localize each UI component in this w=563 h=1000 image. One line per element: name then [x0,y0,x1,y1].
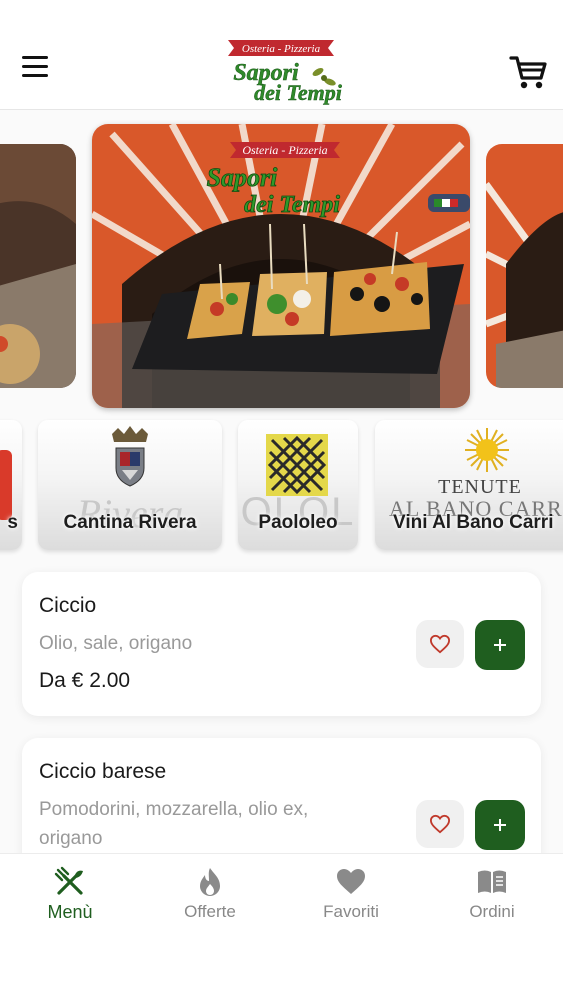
carousel-slide-pizza-oven[interactable]: Osteria - Pizzeria Sapori dei Tempi [92,124,470,408]
add-to-cart-button[interactable] [475,800,525,850]
flame-icon [200,868,220,896]
product-description-line: Pomodorini, mozzarella, olio ex, [39,799,309,820]
brand-label: Vini Al Bano Carri [393,512,554,533]
favorite-button[interactable] [416,620,464,668]
product-description-line: origano [39,828,103,849]
nav-label: Favoriti [323,902,379,921]
olive-icon [321,75,327,81]
nav-item-offerte[interactable]: Offerte [140,854,280,934]
logo-top-text: Osteria - Pizzeria [242,43,321,55]
nav-label: Offerte [184,902,236,921]
hamburger-menu-button[interactable] [22,56,54,86]
brand-list[interactable]: s Rivera Cantina Rivera OLOL Paololeo TE… [0,420,563,560]
promo-carousel[interactable]: Osteria - Pizzeria Sapori dei Tempi [0,124,563,414]
cutlery-icon [54,866,83,895]
crown-crest-icon [112,426,148,487]
top-app-bar: Osteria - Pizzeria Sapori dei Tempi [0,0,563,110]
menu-line-icon [22,56,48,59]
brand-label: s [7,512,18,533]
shopping-cart-icon[interactable] [508,52,548,92]
favorite-button[interactable] [416,800,464,848]
nav-item-favoriti[interactable]: Favoriti [281,854,421,934]
nav-label: Menù [47,902,93,922]
carousel-slide-next[interactable] [486,144,563,388]
knot-logo-icon [266,434,328,496]
product-price: Da € 2.00 [39,669,131,692]
slide-logo-top-text: Osteria - Pizzeria [242,143,327,157]
product-card[interactable]: Ciccio Olio, sale, origano Da € 2.00 [22,572,541,716]
product-name: Ciccio [39,594,97,617]
heart-outline-icon [429,814,451,834]
menu-line-icon [22,65,48,68]
plus-icon [494,819,506,831]
nav-item-menu[interactable]: Menù [0,854,140,934]
nav-item-ordini[interactable]: Ordini [422,854,562,934]
carousel-slide-previous[interactable] [0,144,76,388]
brand-label: Cantina Rivera [63,512,197,533]
product-name: Ciccio barese [39,760,167,783]
heart-outline-icon [429,634,451,654]
sun-logo-icon [465,428,509,472]
product-description: Olio, sale, origano [39,633,193,654]
plus-icon [494,639,506,651]
brand-card-paololeo[interactable]: OLOL Paololeo [238,420,358,550]
book-icon [478,870,506,893]
slide-logo-line2-text: dei Tempi [244,192,340,218]
brand-card-cantina-rivera[interactable]: Rivera Cantina Rivera [38,420,222,550]
brand-card-vini-al-bano[interactable]: TENUTE AL BANO CARRI Vini Al Bano Carri [375,420,563,550]
slide-logo-line1-text: Sapori [207,163,279,192]
restaurant-logo[interactable]: Osteria - Pizzeria Sapori dei Tempi [218,38,344,108]
brand-label: Paololeo [258,512,338,533]
add-to-cart-button[interactable] [475,620,525,670]
brand-card-partial[interactable]: s [0,420,22,550]
heart-icon [337,869,365,894]
bottom-navigation-bar: Menù Offerte Favoriti Ordini [0,853,563,1000]
nav-label: Ordini [469,902,515,921]
app-screen: Osteria - Pizzeria Sapori dei Tempi Oste… [0,0,563,1000]
menu-line-icon [22,74,48,77]
